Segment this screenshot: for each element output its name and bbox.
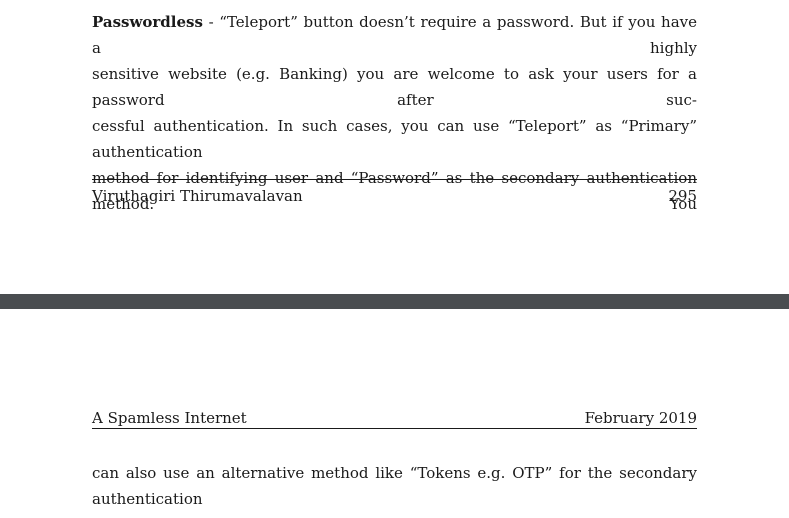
term-heading: Passwordless	[92, 13, 203, 31]
document-page-upper: Passwordless - “Teleport” button doesn’t…	[0, 0, 789, 294]
header-book-title: A Spamless Internet	[92, 409, 247, 427]
document-page-lower: A Spamless Internet February 2019 can al…	[0, 309, 789, 518]
paragraph-line: method	[92, 512, 697, 518]
paragraph-line: can also use an alternative method like …	[92, 464, 697, 508]
header-rule	[92, 428, 697, 429]
paragraph-line: Passwordless - “Teleport” button doesn’t…	[92, 9, 697, 61]
page-footer: Viruthagiri Thirumavalavan 295	[92, 186, 697, 206]
footer-page-number: 295	[668, 187, 697, 205]
paragraph-line: cessful authentication. In such cases, y…	[92, 117, 697, 161]
paragraph-line: sensitive website (e.g. Banking) you are…	[92, 65, 697, 109]
footer-rule	[92, 179, 697, 180]
page-header: A Spamless Internet February 2019	[92, 408, 697, 428]
footer-author: Viruthagiri Thirumavalavan	[92, 187, 303, 205]
header-date: February 2019	[584, 409, 697, 427]
page-separator	[0, 294, 789, 309]
body-paragraph: can also use an alternative method like …	[92, 460, 697, 518]
